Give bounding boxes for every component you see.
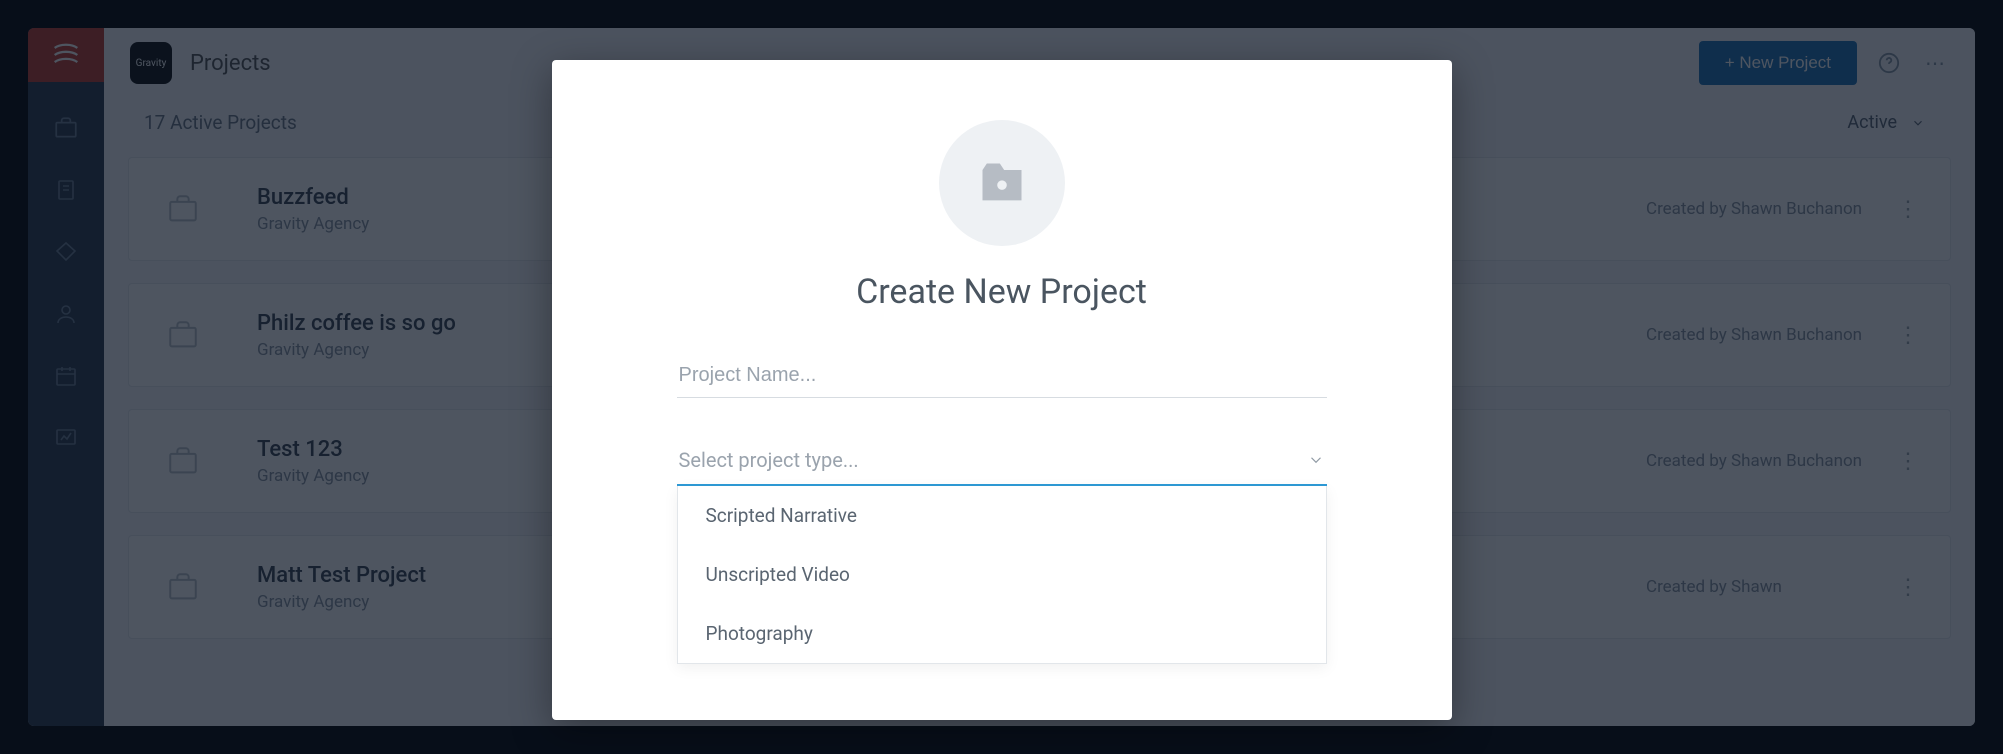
project-type-dropdown: Scripted Narrative Unscripted Video Phot… xyxy=(677,486,1327,664)
modal-header-icon xyxy=(939,120,1065,246)
project-type-placeholder: Select project type... xyxy=(679,448,859,472)
project-type-field: Select project type... Scripted Narrativ… xyxy=(677,442,1327,486)
project-name-input[interactable] xyxy=(677,358,1327,398)
project-type-option-unscripted[interactable]: Unscripted Video xyxy=(678,545,1326,604)
project-folder-icon xyxy=(972,157,1032,209)
project-type-option-photography[interactable]: Photography xyxy=(678,604,1326,663)
project-type-select[interactable]: Select project type... xyxy=(677,442,1327,486)
create-project-modal: Create New Project Select project type..… xyxy=(552,60,1452,720)
chevron-down-icon xyxy=(1307,451,1325,469)
project-type-option-scripted[interactable]: Scripted Narrative xyxy=(678,486,1326,545)
modal-title: Create New Project xyxy=(856,272,1147,312)
project-name-field xyxy=(677,358,1327,398)
